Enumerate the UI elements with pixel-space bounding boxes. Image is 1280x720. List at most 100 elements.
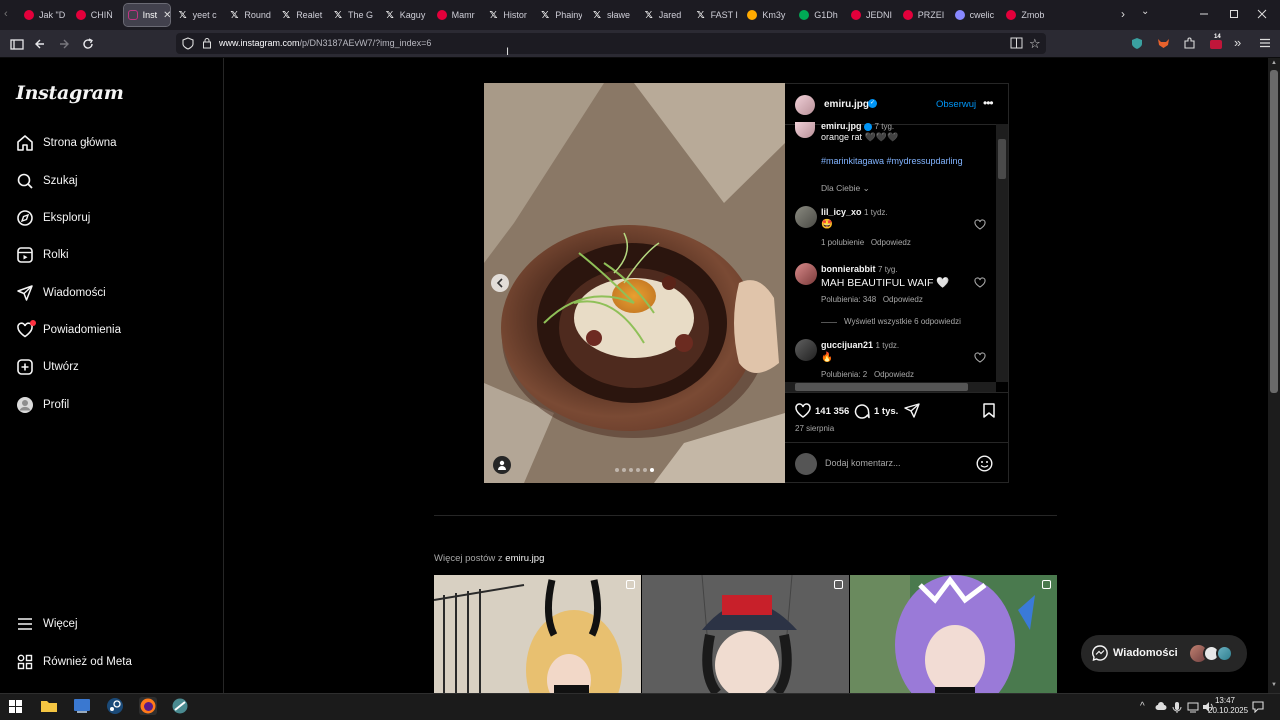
sidebar-item-reels[interactable]: Rolki (16, 243, 69, 267)
tab-1[interactable]: CHIŃ (72, 4, 118, 26)
sidebar-item-more[interactable]: Więcej (16, 612, 78, 636)
reply-button[interactable]: Odpowiedz (883, 295, 923, 304)
post-date[interactable]: 27 sierpnia (795, 424, 834, 433)
reply-button[interactable]: Odpowiedz (871, 238, 911, 247)
sidebar-item-search[interactable]: Szukaj (16, 169, 78, 193)
tray-cloud-icon[interactable] (1155, 702, 1167, 711)
follow-button[interactable]: Obserwuj (936, 99, 976, 110)
app-menu-icon[interactable] (1259, 37, 1271, 49)
carousel-prev-button[interactable] (491, 274, 509, 292)
page-scrollbar[interactable]: ▲ ▼ (1268, 58, 1280, 693)
like-comment-icon[interactable] (974, 352, 986, 363)
bookmark-star-icon[interactable]: ☆ (1029, 36, 1041, 52)
comment-avatar[interactable] (795, 206, 817, 228)
minimize-button[interactable] (1198, 6, 1210, 18)
tagged-users-button[interactable] (493, 456, 511, 474)
taskbar-app-icon[interactable] (73, 697, 91, 715)
close-tab-icon[interactable]: ✕ (163, 10, 169, 21)
sidebar-item-home[interactable]: Strona główna (16, 131, 117, 155)
tab-12[interactable]: 𝕏 Jared (640, 4, 686, 26)
tab-3[interactable]: 𝕏yeet c (174, 4, 220, 26)
extensions-puzzle-icon[interactable] (1183, 37, 1196, 50)
more-posts-username[interactable]: emiru.jpg (505, 553, 544, 564)
back-button[interactable] (31, 35, 49, 53)
tab-scroll-left-button[interactable]: ‹ (4, 8, 8, 20)
tab-19[interactable]: Zmob (1002, 4, 1048, 26)
scrollbar-down-arrow[interactable]: ▼ (1271, 682, 1277, 688)
tray-overflow-chevron-icon[interactable]: ^ (1140, 701, 1145, 712)
more-post-thumbnail[interactable] (642, 575, 849, 693)
emoji-picker-icon[interactable] (976, 455, 993, 472)
tab-14[interactable]: Km3y (743, 4, 789, 26)
tab-11[interactable]: 𝕏sławe (588, 4, 634, 26)
comment-avatar[interactable] (795, 263, 817, 285)
tab-8[interactable]: Mamr (433, 4, 479, 26)
close-window-button[interactable] (1256, 8, 1268, 20)
comment-icon[interactable] (854, 403, 870, 419)
maximize-button[interactable] (1228, 8, 1240, 20)
share-icon[interactable] (904, 403, 920, 418)
scrollbar-up-arrow[interactable]: ▲ (1271, 60, 1277, 66)
sidebar-item-messages[interactable]: Wiadomości (16, 281, 106, 305)
tab-7[interactable]: 𝕏 Kaguy (381, 4, 427, 26)
tracking-shield-icon[interactable] (182, 37, 194, 50)
sidebar-toggle-icon[interactable] (8, 35, 26, 53)
tab-17[interactable]: PRZEI (899, 4, 945, 26)
extension-shield-icon[interactable] (1131, 37, 1143, 50)
notification-center-icon[interactable] (1252, 701, 1264, 713)
caption-hashtags[interactable]: #marinkitagawa #mydressupdarling (821, 156, 963, 166)
extension-fox-icon[interactable] (1157, 37, 1170, 49)
tab-5[interactable]: 𝕏 Realet (277, 4, 323, 26)
comment-username[interactable]: guccijuan21 (821, 340, 873, 350)
tab-4[interactable]: 𝕏 Round (225, 4, 271, 26)
more-post-thumbnail[interactable] (434, 575, 641, 693)
overflow-chevron-icon[interactable]: » (1234, 35, 1241, 50)
tab-2[interactable]: Inst ✕ (122, 3, 171, 27)
sidebar-item-create[interactable]: Utwórz (16, 355, 79, 379)
reader-view-icon[interactable] (1010, 37, 1023, 49)
sidebar-item-profile[interactable]: Profil (16, 393, 69, 417)
forward-button[interactable] (55, 35, 73, 53)
sidebar-item-notifications[interactable]: Powiadomienia (16, 318, 121, 342)
instagram-logo[interactable]: Instagram (16, 82, 124, 104)
tab-scroll-right-button[interactable]: › (1121, 7, 1125, 21)
reload-button[interactable] (79, 35, 97, 53)
view-replies-button[interactable]: Wyświetl wszystkie 6 odpowiedzi (844, 317, 961, 326)
steam-icon[interactable] (106, 697, 124, 715)
more-post-thumbnail[interactable] (850, 575, 1057, 693)
like-comment-icon[interactable] (974, 277, 986, 288)
like-comment-icon[interactable] (974, 219, 986, 230)
tab-10[interactable]: 𝕏 Phainy (536, 4, 582, 26)
extension-badge-icon[interactable]: 14 (1209, 34, 1223, 50)
tab-15[interactable]: G1Dh (795, 4, 841, 26)
url-text[interactable]: www.instagram.com/p/DN3187AEvW7/?img_ind… (219, 38, 431, 48)
author-username[interactable]: emiru.jpg (824, 99, 869, 110)
add-comment-input[interactable]: Dodaj komentarz... (825, 458, 901, 468)
comment-username[interactable]: bonnierabbit (821, 264, 876, 274)
comment-likes[interactable]: Polubienia: 348 (821, 295, 876, 304)
tab-18[interactable]: cwelic (951, 4, 997, 26)
firefox-icon[interactable] (139, 697, 157, 715)
tray-volume-icon[interactable] (1187, 701, 1199, 713)
more-options-icon[interactable]: ••• (983, 96, 994, 110)
tab-9[interactable]: 𝕏 Histor (484, 4, 530, 26)
comment-likes[interactable]: 1 polubienie (821, 238, 864, 247)
taskbar-clock[interactable]: 13:47 20.10.2025 (1208, 696, 1248, 716)
tab-16[interactable]: JEDNI (847, 4, 893, 26)
comment-username[interactable]: lil_icy_xo (821, 207, 862, 217)
author-avatar[interactable] (795, 95, 815, 115)
for-you-toggle[interactable]: Dla Ciebie ⌄ (821, 183, 870, 194)
post-image[interactable] (484, 83, 785, 483)
caption-avatar[interactable] (795, 122, 815, 138)
lock-icon[interactable] (202, 37, 212, 49)
comments-count[interactable]: 1 tys. (874, 406, 898, 417)
reply-button[interactable]: Odpowiedz (874, 370, 914, 379)
comment-avatar[interactable] (795, 339, 817, 361)
taskbar-app-icon-2[interactable] (171, 697, 189, 715)
comments-horizontal-scrollbar[interactable] (785, 382, 996, 392)
sidebar-item-also-from-meta[interactable]: Również od Meta (16, 650, 132, 674)
messages-floating-button[interactable]: Wiadomości (1081, 635, 1247, 672)
save-bookmark-icon[interactable] (983, 403, 995, 418)
scrollbar-thumb[interactable] (998, 139, 1006, 179)
comments-vertical-scrollbar[interactable] (996, 124, 1008, 382)
